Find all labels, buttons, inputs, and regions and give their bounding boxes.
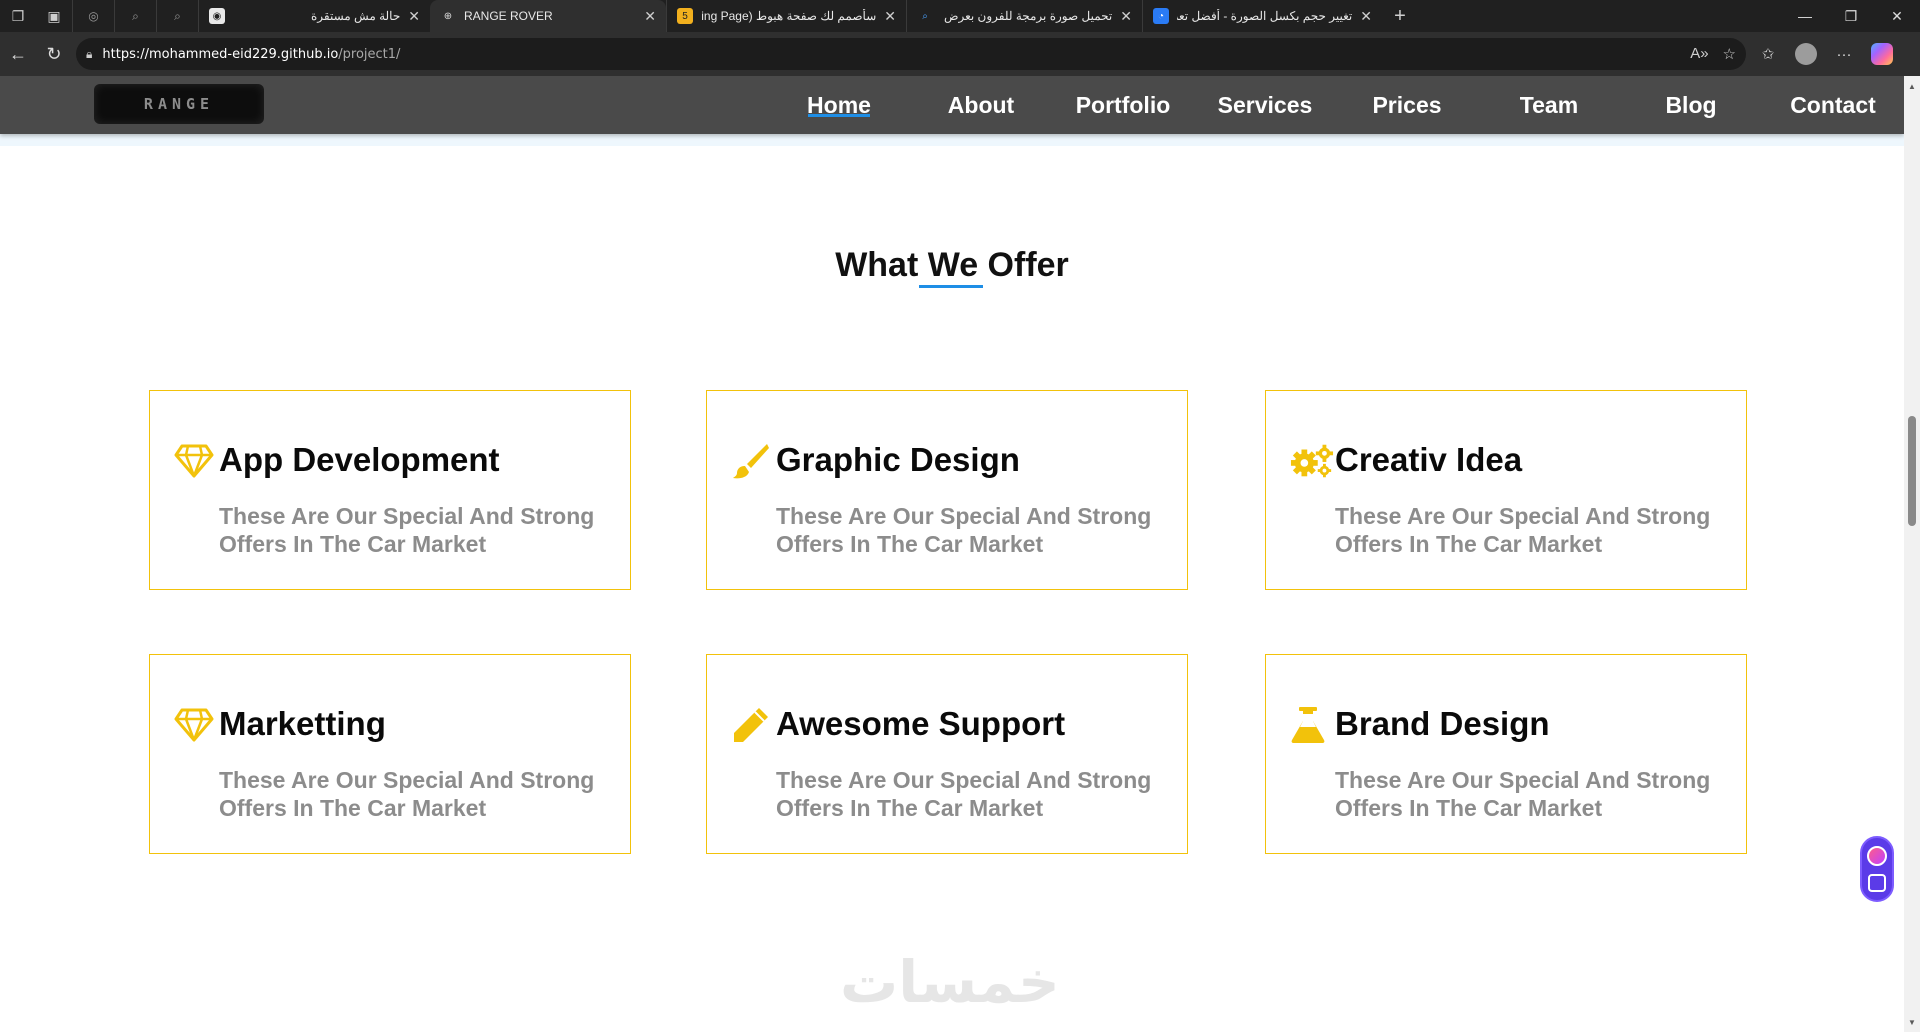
- site-header: RANGE Home About Portfolio Services Pric…: [0, 76, 1904, 134]
- lock-icon[interactable]: 🔒︎: [86, 47, 92, 62]
- service-card: App Development These Are Our Special An…: [149, 390, 631, 590]
- favorites-icon[interactable]: ✩: [1752, 38, 1784, 70]
- restore-icon[interactable]: ❐: [1828, 0, 1874, 32]
- tab-title: تحميل صورة برمجة للفرون بعرض 00: [941, 9, 1113, 23]
- card-text: These Are Our Special And Strong Offers …: [219, 767, 595, 821]
- search-icon: ⌕: [132, 8, 139, 23]
- service-card: Marketting These Are Our Special And Str…: [149, 654, 631, 854]
- nav-contact[interactable]: Contact: [1762, 76, 1904, 134]
- service-card: Creativ Idea These Are Our Special And S…: [1265, 390, 1747, 590]
- card-title: Graphic Design: [776, 441, 1020, 478]
- logo-text: RANGE: [143, 95, 215, 113]
- minimize-icon[interactable]: —: [1782, 0, 1828, 32]
- card-title: Marketting: [219, 705, 386, 742]
- globe-icon: ⊕: [443, 10, 453, 22]
- site-logo[interactable]: RANGE: [94, 84, 264, 124]
- diamond-icon: [174, 705, 218, 745]
- tab-2[interactable]: 5 سأصمم لك صفحة هبوط (Landing Page) ✕: [666, 0, 906, 32]
- diamond-icon: [174, 441, 218, 481]
- service-card: Brand Design These Are Our Special And S…: [1265, 654, 1747, 854]
- main-nav: Home About Portfolio Services Prices Tea…: [768, 76, 1904, 134]
- nav-team[interactable]: Team: [1478, 76, 1620, 134]
- search-icon: ⌕: [922, 10, 928, 22]
- section-title: What We Offer: [835, 246, 1069, 284]
- card-title: Creativ Idea: [1335, 441, 1523, 478]
- copilot-icon: [1871, 43, 1893, 65]
- close-tab-icon[interactable]: ✕: [1120, 8, 1132, 25]
- tab-1[interactable]: ⊕ RANGE ROVER ✕: [430, 0, 666, 32]
- browser-tab-bar: ❐ ▣ ◎ ⌕ ⌕ ◉ حالة مش مستقرة ✕ ⊕ RANGE ROV…: [0, 0, 1920, 32]
- workspaces-icon[interactable]: ❐: [0, 0, 36, 32]
- close-tab-icon[interactable]: ✕: [1360, 8, 1372, 25]
- header-divider: [0, 134, 1904, 146]
- card-text: These Are Our Special And Strong Offers …: [1335, 767, 1711, 821]
- tab-0[interactable]: ◉ حالة مش مستقرة ✕: [198, 0, 430, 32]
- url-host: https://mohammed-eid229.github.io: [102, 46, 339, 62]
- card-text: These Are Our Special And Strong Offers …: [776, 767, 1152, 821]
- watermark-logo: خمسات: [840, 948, 1060, 1016]
- nav-home[interactable]: Home: [768, 76, 910, 134]
- back-icon[interactable]: ←: [0, 36, 36, 72]
- nav-about[interactable]: About: [910, 76, 1052, 134]
- profile-avatar[interactable]: [1790, 38, 1822, 70]
- url-path: /project1/: [338, 46, 401, 62]
- assistant-icon[interactable]: [1867, 846, 1887, 866]
- paint-brush-icon: [731, 441, 775, 481]
- pinned-tab-globe[interactable]: ◎: [72, 0, 114, 32]
- flask-icon: [1290, 705, 1334, 745]
- reload-icon[interactable]: ↻: [36, 36, 72, 72]
- scroll-down-icon[interactable]: ▼: [1904, 1014, 1920, 1030]
- card-title: App Development: [219, 441, 500, 478]
- service-card: Awesome Support These Are Our Special An…: [706, 654, 1188, 854]
- page-viewport: RANGE Home About Portfolio Services Pric…: [0, 76, 1904, 1032]
- page-scrollbar[interactable]: ▲ ▼: [1904, 76, 1920, 1032]
- close-tab-icon[interactable]: ✕: [644, 8, 656, 25]
- card-title: Awesome Support: [776, 705, 1066, 742]
- card-title: Brand Design: [1335, 705, 1550, 742]
- floating-widget[interactable]: [1860, 836, 1894, 902]
- pencil-icon: [731, 705, 775, 745]
- pinned-tab-search-1[interactable]: ⌕: [114, 0, 156, 32]
- scrollbar-thumb[interactable]: [1908, 416, 1916, 526]
- close-window-icon[interactable]: ✕: [1874, 0, 1920, 32]
- read-aloud-icon[interactable]: A»: [1690, 45, 1708, 63]
- tab-3[interactable]: ⌕ تحميل صورة برمجة للفرون بعرض 00 ✕: [906, 0, 1142, 32]
- favorite-star-icon[interactable]: ☆: [1723, 45, 1736, 63]
- tab-title: تغيير حجم بكسل الصورة - أفضل تعديل: [1177, 9, 1353, 23]
- tab-favicon-icon: ◔: [1153, 8, 1169, 24]
- nav-services[interactable]: Services: [1194, 76, 1336, 134]
- close-tab-icon[interactable]: ✕: [408, 8, 420, 25]
- tab-title: RANGE ROVER: [464, 9, 553, 23]
- address-bar[interactable]: 🔒︎ https://mohammed-eid229.github.io/pro…: [76, 38, 1746, 70]
- more-menu-icon[interactable]: ···: [1828, 38, 1860, 70]
- search-icon: ⌕: [174, 8, 181, 23]
- scroll-up-icon[interactable]: ▲: [1904, 78, 1920, 94]
- tab-favicon-icon: ◉: [209, 8, 225, 24]
- card-text: These Are Our Special And Strong Offers …: [1335, 503, 1711, 557]
- copilot-button[interactable]: [1866, 38, 1898, 70]
- nav-portfolio[interactable]: Portfolio: [1052, 76, 1194, 134]
- service-card: Graphic Design These Are Our Special And…: [706, 390, 1188, 590]
- card-text: These Are Our Special And Strong Offers …: [776, 503, 1152, 557]
- screenshot-icon[interactable]: [1868, 874, 1886, 892]
- tab-4[interactable]: ◔ تغيير حجم بكسل الصورة - أفضل تعديل ✕: [1142, 0, 1382, 32]
- tab-actions-icon[interactable]: ▣: [36, 0, 72, 32]
- nav-prices[interactable]: Prices: [1336, 76, 1478, 134]
- globe-icon: ◎: [88, 9, 99, 23]
- pinned-tab-search-2[interactable]: ⌕: [156, 0, 198, 32]
- avatar-icon: [1795, 43, 1817, 65]
- url-text: https://mohammed-eid229.github.io/projec…: [102, 47, 1690, 62]
- nav-blog[interactable]: Blog: [1620, 76, 1762, 134]
- card-text: These Are Our Special And Strong Offers …: [219, 503, 595, 557]
- gears-icon: [1290, 441, 1334, 481]
- tab-favicon-icon: 5: [677, 8, 693, 24]
- browser-toolbar: ← ↻ 🔒︎ https://mohammed-eid229.github.io…: [0, 32, 1920, 76]
- new-tab-button[interactable]: +: [1382, 0, 1418, 32]
- title-underline: [919, 285, 983, 288]
- tab-title: حالة مش مستقرة: [310, 9, 401, 23]
- close-tab-icon[interactable]: ✕: [884, 8, 896, 25]
- tab-title: سأصمم لك صفحة هبوط (Landing Page): [701, 9, 877, 23]
